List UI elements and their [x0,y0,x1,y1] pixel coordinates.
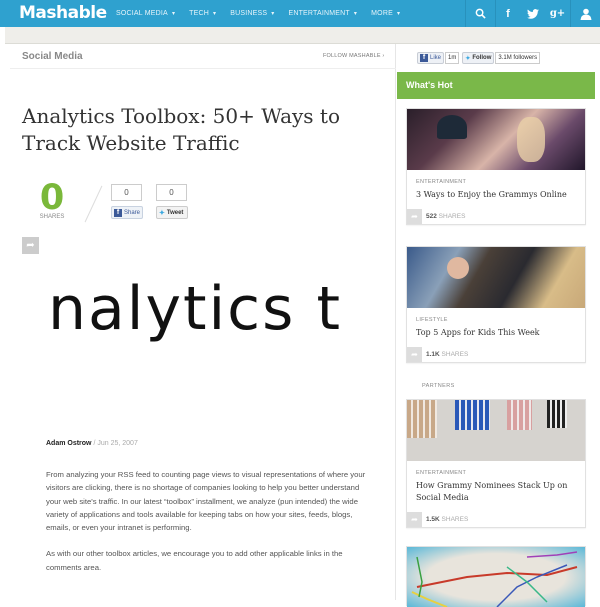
divider-slash [84,185,103,223]
partner-card[interactable] [406,546,586,607]
card-shares: 522 SHARES [426,213,465,220]
button-label: Follow [472,55,492,61]
article-column: Social Media FOLLOW MASHABLE › Analytics… [5,44,396,600]
shares-label: SHARES [39,214,65,220]
facebook-share-button[interactable]: f Share [111,206,143,219]
button-label: Like [430,55,442,61]
user-icon[interactable] [570,0,600,27]
hero-image-text: nalytics t [48,279,343,344]
main-nav: SOCIAL MEDIA ▾ TECH ▾ BUSINESS ▾ ENTERTAINM… [116,0,414,27]
shares-label: SHARES [441,516,469,523]
nav-tech[interactable]: TECH ▾ [189,10,216,17]
shares-label: SHARES [438,213,466,220]
nav-more[interactable]: MORE ▾ [371,10,400,17]
author-name[interactable]: Adam Ostrow [46,440,92,447]
share-arrow-button[interactable]: ➦ [22,237,39,254]
header-icons: f g+ [465,0,600,27]
publish-date: Jun 25, 2007 [97,440,138,447]
twitter-count: 0 [156,184,187,201]
whats-hot-header: What's Hot [397,72,595,99]
followers-count: 3.1M followers [495,52,541,64]
share-icon: ➦ [26,240,35,251]
hero-image: nalytics t [45,279,378,359]
article-paragraph: As with our other toolbox articles, we e… [46,549,343,572]
share-icon[interactable]: ➦ [407,209,422,224]
facebook-count: 0 [111,184,142,201]
twitter-icon: ✦ [159,209,165,217]
chevron-down-icon: ▾ [213,11,217,17]
facebook-icon[interactable]: f [495,0,520,27]
share-number: 522 [426,213,437,220]
search-icon[interactable] [465,0,495,27]
social-follow-bar: f Like 1m ✦ Follow 3.1M followers [417,52,543,64]
partners-label: PARTNERS [422,383,455,389]
card-channel: ENTERTAINMENT [416,179,467,185]
card-image [407,109,585,170]
nav-entertainment[interactable]: ENTERTAINMENT ▾ [288,10,357,17]
card-title[interactable]: How Grammy Nominees Stack Up on Social M… [407,476,585,504]
byline: Adam Ostrow / Jun 25, 2007 [46,440,138,447]
sidebar: f Like 1m ✦ Follow 3.1M followers What's H… [397,44,600,607]
share-count: 0 SHARES [35,180,69,220]
share-number: 1.5K [426,516,440,523]
share-total: 0 [39,178,65,218]
article-paragraph: From analyzing your RSS feed to counting… [46,470,366,533]
card-image-map [407,547,585,607]
chevron-down-icon: ▾ [353,11,358,17]
card-title[interactable]: 3 Ways to Enjoy the Grammys Online [407,185,585,201]
shares-label: SHARES [441,351,469,358]
partner-card[interactable]: ENTERTAINMENT How Grammy Nominees Stack … [406,399,586,528]
twitter-icon: ✦ [465,55,471,62]
hot-card[interactable]: ENTERTAINMENT 3 Ways to Enjoy the Grammy… [406,108,586,225]
nav-label: SOCIAL MEDIA [116,10,168,17]
section-label[interactable]: Social Media [22,51,83,62]
facebook-icon: f [420,54,428,62]
card-footer: ➦ 522 SHARES [407,209,585,224]
nav-label: TECH [189,10,210,17]
nav-label: MORE [371,10,393,17]
hot-card[interactable]: LIFESTYLE Top 5 Apps for Kids This Week … [406,246,586,363]
twitter-follow-button[interactable]: ✦ Follow [462,52,495,64]
card-channel: LIFESTYLE [416,317,448,323]
mashable-logo[interactable]: Mashable [19,3,107,23]
card-image [407,247,585,308]
card-shares: 1.5K SHARES [426,516,468,523]
googleplus-icon[interactable]: g+ [545,0,570,27]
article-title: Analytics Toolbox: 50+ Ways to Track Web… [22,104,340,155]
card-footer: ➦ 1.1K SHARES [407,347,585,362]
twitter-icon[interactable] [520,0,545,27]
chevron-down-icon: ▾ [396,11,401,17]
nav-business[interactable]: BUSINESS ▾ [230,10,274,17]
like-count: 1m [445,52,460,64]
share-icon[interactable]: ➦ [407,512,422,527]
card-shares: 1.1K SHARES [426,351,468,358]
card-title[interactable]: Top 5 Apps for Kids This Week [407,323,585,339]
article-body: From analyzing your RSS feed to counting… [46,468,366,587]
tweet-button[interactable]: ✦ Tweet [156,206,188,219]
button-label: Share [123,209,140,216]
top-navbar: Mashable SOCIAL MEDIA ▾ TECH ▾ BUSINESS ▾ E… [0,0,600,27]
sub-bar [5,27,600,44]
share-icon[interactable]: ➦ [407,347,422,362]
button-label: Tweet [166,209,184,216]
card-image [407,400,585,461]
nav-social-media[interactable]: SOCIAL MEDIA ▾ [116,10,175,17]
chevron-down-icon: ▾ [271,11,275,17]
facebook-like-button[interactable]: f Like [417,52,445,64]
divider [10,68,396,69]
facebook-icon: f [114,208,122,217]
card-channel: ENTERTAINMENT [416,470,467,476]
chevron-down-icon: ▾ [171,11,176,17]
card-footer: ➦ 1.5K SHARES [407,512,585,527]
share-number: 1.1K [426,351,440,358]
nav-label: ENTERTAINMENT [288,10,350,17]
follow-mashable-link[interactable]: FOLLOW MASHABLE › [323,53,384,59]
nav-label: BUSINESS [230,10,268,17]
